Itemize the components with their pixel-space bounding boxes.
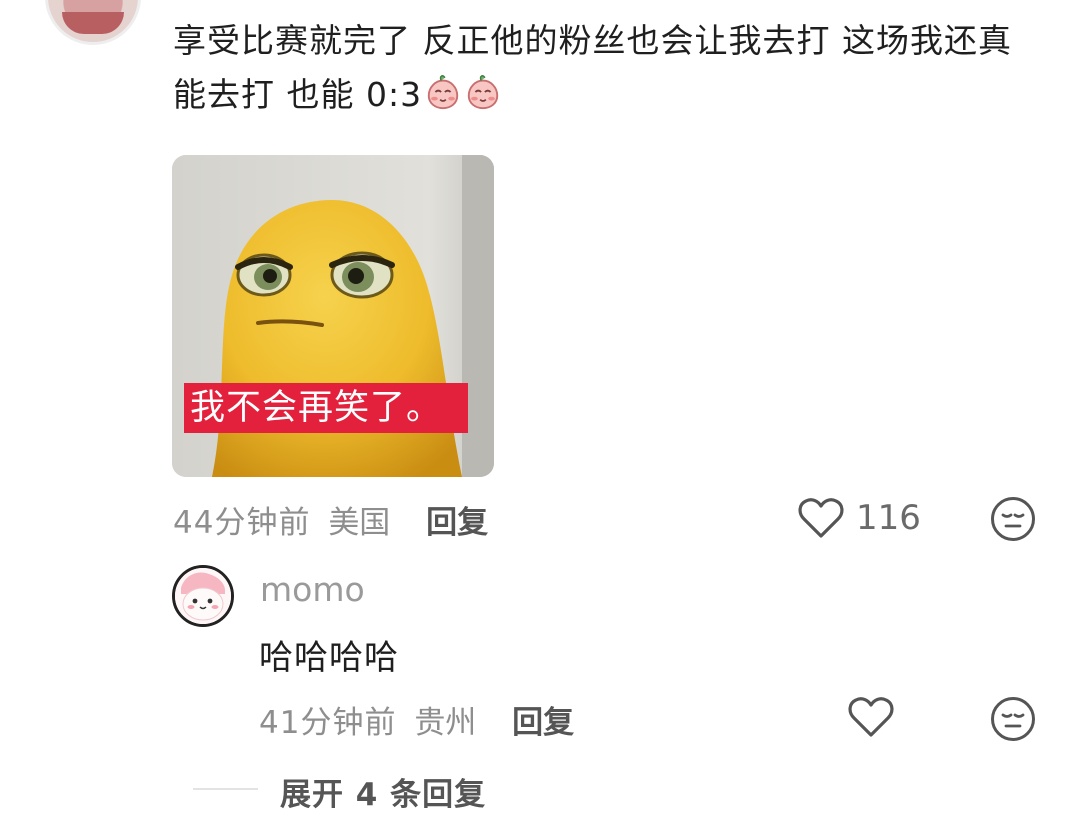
comment-like-button[interactable]: 116: [798, 497, 921, 539]
reply-text: 哈哈哈哈: [259, 638, 399, 678]
reply-location: 贵州: [414, 705, 477, 741]
reply-like-button[interactable]: [848, 696, 894, 738]
comment-reply-button[interactable]: 回复: [426, 505, 488, 541]
reply-time: 41分钟前: [259, 705, 397, 741]
meh-face-icon[interactable]: [990, 696, 1036, 742]
comment-like-count: 116: [856, 498, 921, 538]
meme-image[interactable]: 我不会再笑了。: [172, 155, 494, 477]
cute-face-avatar-icon: [175, 568, 231, 624]
meh-face-icon[interactable]: [990, 496, 1036, 542]
comment-body: 享受比赛就完了 反正他的粉丝也会让我去打 这场我还真能去打 也能 0:3: [173, 21, 1012, 114]
reply-username[interactable]: momo: [260, 570, 365, 609]
comment-text: 享受比赛就完了 反正他的粉丝也会让我去打 这场我还真能去打 也能 0:3: [173, 14, 1033, 122]
heart-outline-icon: [798, 498, 844, 538]
shy-peach-emoji-icon: [467, 75, 499, 110]
comment-time: 44分钟前: [173, 505, 311, 541]
shy-peach-emoji-icon: [427, 75, 459, 110]
reply-avatar[interactable]: [172, 565, 234, 627]
comment-location: 美国: [328, 505, 391, 541]
heart-outline-icon: [848, 697, 894, 737]
commenter-avatar[interactable]: [45, 0, 141, 45]
expand-divider: [193, 788, 258, 790]
expand-replies-button[interactable]: 展开 4 条回复: [280, 769, 486, 814]
reply-reply-button[interactable]: 回复: [512, 705, 574, 741]
comment-meta: 44分钟前 美国 回复: [173, 497, 488, 542]
meme-caption: 我不会再笑了。: [184, 383, 468, 433]
reply-meta: 41分钟前 贵州 回复: [259, 697, 574, 742]
